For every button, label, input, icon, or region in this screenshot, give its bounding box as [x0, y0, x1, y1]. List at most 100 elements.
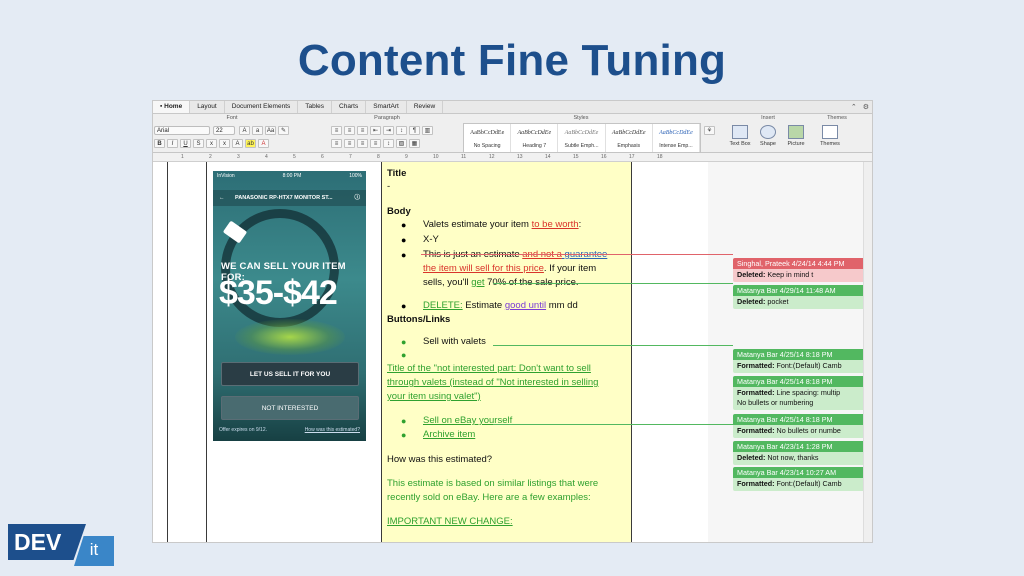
clear-format-icon[interactable]: ✎: [278, 126, 289, 135]
comment-balloon[interactable]: Singhal, Prateek 4/24/14 4:44 PM Deleted:…: [733, 258, 870, 282]
bold-button[interactable]: B: [154, 139, 165, 148]
ruler-tick-label: 8: [377, 154, 380, 160]
ruler-tick-label: 16: [601, 154, 607, 160]
show-marks-button[interactable]: ¶: [409, 126, 420, 135]
comment-balloon[interactable]: Matanya Bar 4/23/14 1:28 PM Deleted: Not …: [733, 441, 870, 465]
comment-balloon[interactable]: Matanya Bar 4/29/14 11:48 AM Deleted: poc…: [733, 285, 870, 309]
picture-button[interactable]: Picture: [785, 123, 807, 151]
bullet-3-line-2[interactable]: the item will sell for this price. If yo…: [423, 263, 596, 274]
shading-button[interactable]: ▨: [396, 139, 407, 148]
doc-body-heading[interactable]: Body: [387, 206, 411, 217]
ribbon-settings-icon[interactable]: ⚙: [860, 103, 872, 111]
justify-button[interactable]: ≡: [370, 139, 381, 148]
columns-button[interactable]: ▥: [422, 126, 433, 135]
comment-balloon[interactable]: Matanya Bar 4/25/14 8:18 PM Formatted: Fo…: [733, 349, 870, 373]
align-left-button[interactable]: ≡: [331, 139, 342, 148]
style-subtle-emphasis[interactable]: AaBbCcDdEe Subtle Emph...: [558, 124, 606, 152]
text-box-button[interactable]: Text Box: [729, 123, 751, 151]
sort-button[interactable]: ↕: [396, 126, 407, 135]
increase-indent-button[interactable]: ⇥: [383, 126, 394, 135]
collapse-ribbon-icon[interactable]: ⌃: [848, 103, 860, 111]
bullet-2-text[interactable]: X-Y: [423, 234, 439, 245]
font-name-select[interactable]: Arial: [154, 126, 210, 135]
tab-document-elements[interactable]: Document Elements: [225, 101, 299, 113]
font-group: Font Arial 22 A a Aa ✎ B I U S x x A ab …: [153, 114, 311, 152]
tab-review[interactable]: Review: [407, 101, 444, 113]
numbering-button[interactable]: ≡: [344, 126, 355, 135]
line-spacing-button[interactable]: ↕: [383, 139, 394, 148]
styles-pane-icon[interactable]: ⚘: [704, 126, 715, 135]
vertical-scrollbar[interactable]: [863, 162, 872, 542]
paragraph-group: Paragraph ≡ ≡ ≡ ⇤ ⇥ ↕ ¶ ▥ ≡ ≡ ≡ ≡ ↕ ▨ ▦: [313, 114, 461, 152]
style-emphasis[interactable]: AaBbCcDdEe Emphasis: [606, 124, 653, 152]
subscript-button[interactable]: x: [219, 139, 230, 148]
font-color-button[interactable]: A: [258, 139, 269, 148]
highlight-button[interactable]: ab: [245, 139, 256, 148]
bullet-5-text[interactable]: Sell with valets: [423, 336, 486, 347]
doc-buttons-links-heading[interactable]: Buttons/Links: [387, 314, 450, 325]
ribbon: Font Arial 22 A a Aa ✎ B I U S x x A ab …: [153, 114, 872, 153]
styles-group-label: Styles: [573, 115, 589, 121]
doc-dash[interactable]: -: [387, 181, 390, 192]
tab-tables[interactable]: Tables: [298, 101, 333, 113]
phone-footer: Offer expires on 9/12. How was this esti…: [219, 427, 360, 433]
comment-body: Formatted: No bullets or numbe: [733, 425, 870, 438]
text-run: :: [578, 219, 582, 230]
margin-line: [167, 162, 168, 542]
style-intense-emphasis[interactable]: AaBbCcDdEe Intense Emp...: [653, 124, 701, 152]
align-center-button[interactable]: ≡: [344, 139, 355, 148]
doc-important[interactable]: IMPORTANT NEW CHANGE:: [387, 516, 513, 527]
shrink-font-button[interactable]: a: [252, 126, 263, 135]
style-heading-7[interactable]: AaBbCcDdEe Heading 7: [511, 124, 559, 152]
font-size-select[interactable]: 22: [213, 126, 235, 135]
phone-status-bar: InVision 8:00 PM 100%: [217, 173, 362, 179]
underline-button[interactable]: U: [180, 139, 191, 148]
tab-charts[interactable]: Charts: [332, 101, 367, 113]
bullets-button[interactable]: ≡: [331, 126, 342, 135]
multilevel-list-button[interactable]: ≡: [357, 126, 368, 135]
comment-text: Keep in mind t: [765, 270, 814, 279]
comment-balloon[interactable]: Matanya Bar 4/25/14 8:18 PM Formatted: Li…: [733, 376, 870, 410]
grow-font-button[interactable]: A: [239, 126, 250, 135]
bullet-7-text[interactable]: Archive item: [423, 429, 475, 440]
comment-label: Deleted:: [737, 270, 766, 279]
horizontal-ruler[interactable]: 1 2 3 4 5 6 7 8 9 10 11 12 13 14 15 16 17 18: [153, 153, 872, 162]
comment-author: Matanya Bar 4/29/14 11:48 AM: [733, 285, 870, 296]
superscript-button[interactable]: x: [206, 139, 217, 148]
shape-button[interactable]: Shape: [757, 123, 779, 151]
inserted-paragraph-line-2[interactable]: through valets (instead of "Not interest…: [387, 377, 598, 388]
inserted-paragraph-line-3[interactable]: your item using valet"): [387, 391, 481, 402]
tab-home[interactable]: ▪ Home: [153, 101, 191, 113]
italic-button[interactable]: I: [167, 139, 178, 148]
ruler-tick-label: 3: [237, 154, 240, 160]
change-case-button[interactable]: Aa: [265, 126, 276, 135]
style-name: No Spacing: [473, 143, 501, 149]
text-run: Estimate: [462, 300, 505, 311]
text-effects-button[interactable]: A: [232, 139, 243, 148]
doc-estimate-line-1[interactable]: This estimate is based on similar listin…: [387, 478, 598, 489]
phone-price: $35-$42: [219, 274, 338, 312]
themes-button[interactable]: Themes: [819, 123, 841, 151]
doc-question[interactable]: How was this estimated?: [387, 454, 492, 465]
comment-body: Deleted: pocket: [733, 296, 870, 309]
comment-balloon[interactable]: Matanya Bar 4/25/14 8:18 PM Formatted: No…: [733, 414, 870, 438]
style-no-spacing[interactable]: AaBbCcDdEe No Spacing: [464, 124, 512, 152]
inserted-paragraph-line-1[interactable]: Title of the "not interested part: Don't…: [387, 363, 591, 374]
bullet-1-text[interactable]: Valets estimate your item to be worth:: [423, 219, 581, 230]
align-right-button[interactable]: ≡: [357, 139, 368, 148]
comment-body: Deleted: Not now, thanks: [733, 452, 870, 465]
comment-balloon[interactable]: Matanya Bar 4/23/14 10:27 AM Formatted: F…: [733, 467, 870, 491]
bullet-4-text[interactable]: DELETE: Estimate good until mm dd: [423, 300, 578, 311]
tab-smartart[interactable]: SmartArt: [366, 101, 407, 113]
phone-offer-text: Offer expires on 9/12.: [219, 427, 267, 433]
decrease-indent-button[interactable]: ⇤: [370, 126, 381, 135]
tab-layout[interactable]: Layout: [190, 101, 225, 113]
doc-estimate-line-2[interactable]: recently sold on eBay. Here are a few ex…: [387, 492, 591, 503]
borders-button[interactable]: ▦: [409, 139, 420, 148]
bullet-icon: ●: [401, 416, 407, 426]
document-page[interactable]: InVision 8:00 PM 100% ← PANASONIC RP-HTX7…: [153, 162, 708, 542]
deleted-run: the item will sell for this price: [423, 263, 544, 274]
strikethrough-button[interactable]: S: [193, 139, 204, 148]
ruler-tick-label: 12: [489, 154, 495, 160]
doc-title[interactable]: Title: [387, 168, 406, 179]
